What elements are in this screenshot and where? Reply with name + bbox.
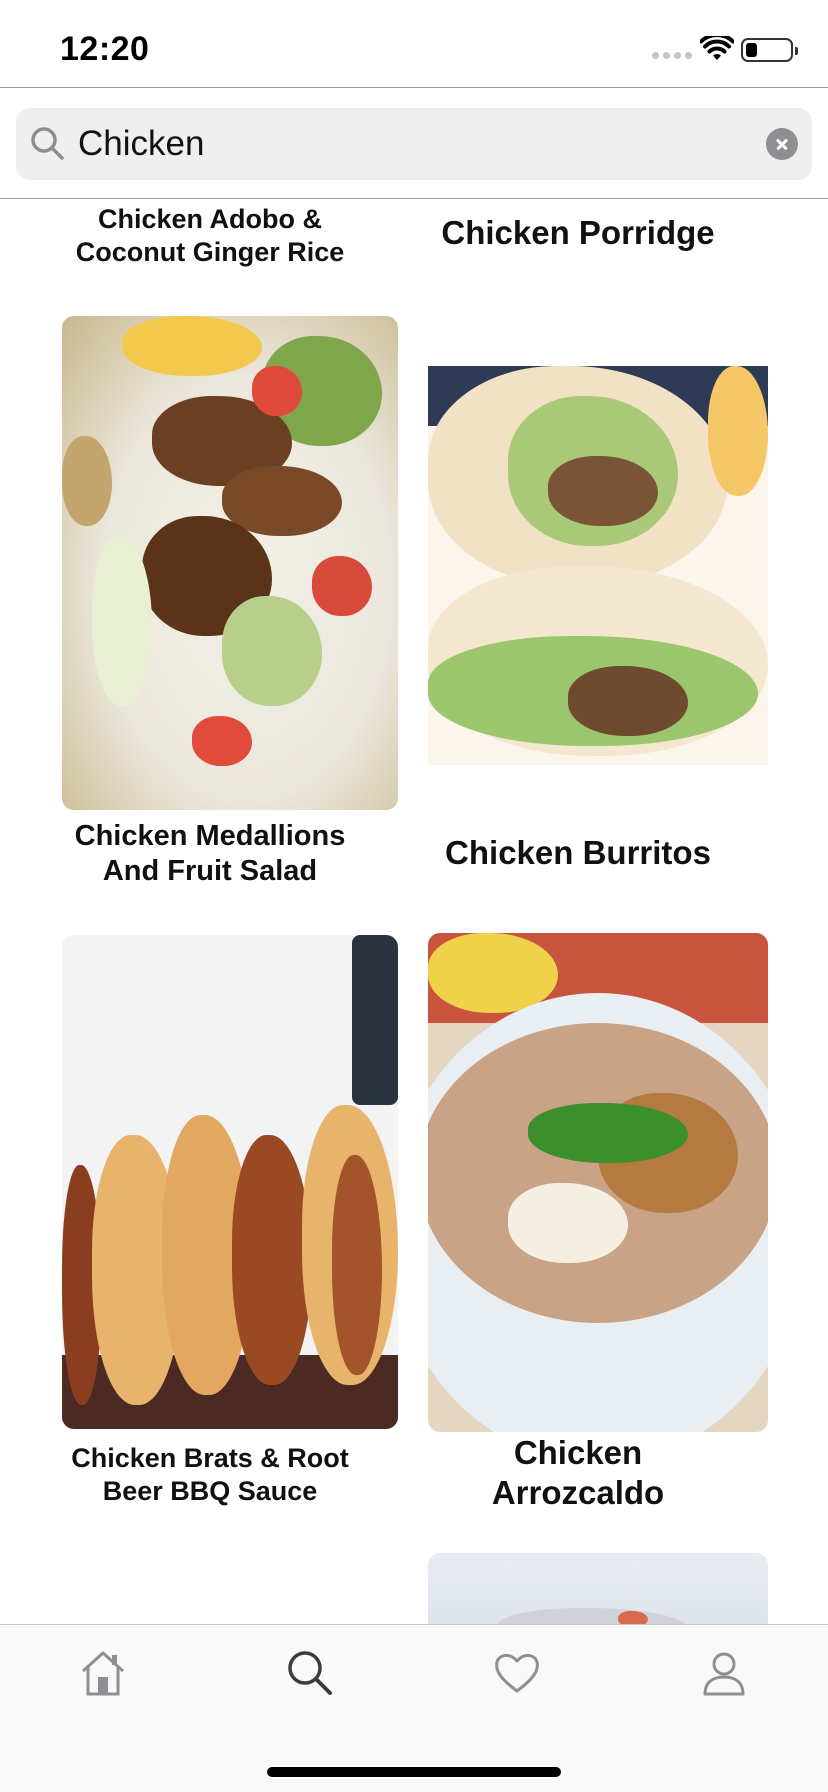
recipe-title[interactable]: Chicken Burritos xyxy=(410,833,746,873)
recipe-title[interactable]: Chicken Porridge xyxy=(410,213,746,253)
recipe-image[interactable] xyxy=(428,933,768,1432)
recipe-image[interactable] xyxy=(428,1553,768,1625)
search-input[interactable] xyxy=(78,120,758,168)
recipe-title[interactable]: Chicken Arrozcaldo xyxy=(410,1433,746,1513)
heart-icon xyxy=(495,1654,539,1693)
clear-icon[interactable] xyxy=(766,128,798,160)
cellular-signal-icon xyxy=(652,52,692,59)
recipe-image[interactable] xyxy=(428,366,768,765)
tab-search[interactable] xyxy=(280,1643,340,1703)
status-bar: 12:20 xyxy=(0,0,828,88)
recipe-title[interactable]: Chicken Brats & Root Beer BBQ Sauce xyxy=(40,1442,380,1508)
wifi-icon xyxy=(700,36,734,60)
battery-icon xyxy=(741,38,798,62)
profile-icon xyxy=(703,1652,745,1696)
recipe-image[interactable] xyxy=(62,316,398,810)
home-icon xyxy=(81,1651,125,1696)
tab-favorites[interactable] xyxy=(487,1643,547,1703)
divider xyxy=(0,87,828,88)
home-indicator[interactable] xyxy=(267,1767,561,1777)
recipe-grid: Chicken Adobo & Coconut Ginger Rice Chic… xyxy=(0,199,828,1625)
search-bar[interactable] xyxy=(16,108,812,180)
tab-profile[interactable] xyxy=(694,1643,754,1703)
status-time: 12:20 xyxy=(60,30,150,68)
recipe-title[interactable]: Chicken Medallions And Fruit Salad xyxy=(40,819,380,889)
search-icon xyxy=(31,127,64,160)
recipe-title[interactable]: Chicken Adobo & Coconut Ginger Rice xyxy=(40,203,380,269)
recipe-image[interactable] xyxy=(62,935,398,1429)
search-icon xyxy=(288,1651,332,1695)
tab-home[interactable] xyxy=(73,1643,133,1703)
